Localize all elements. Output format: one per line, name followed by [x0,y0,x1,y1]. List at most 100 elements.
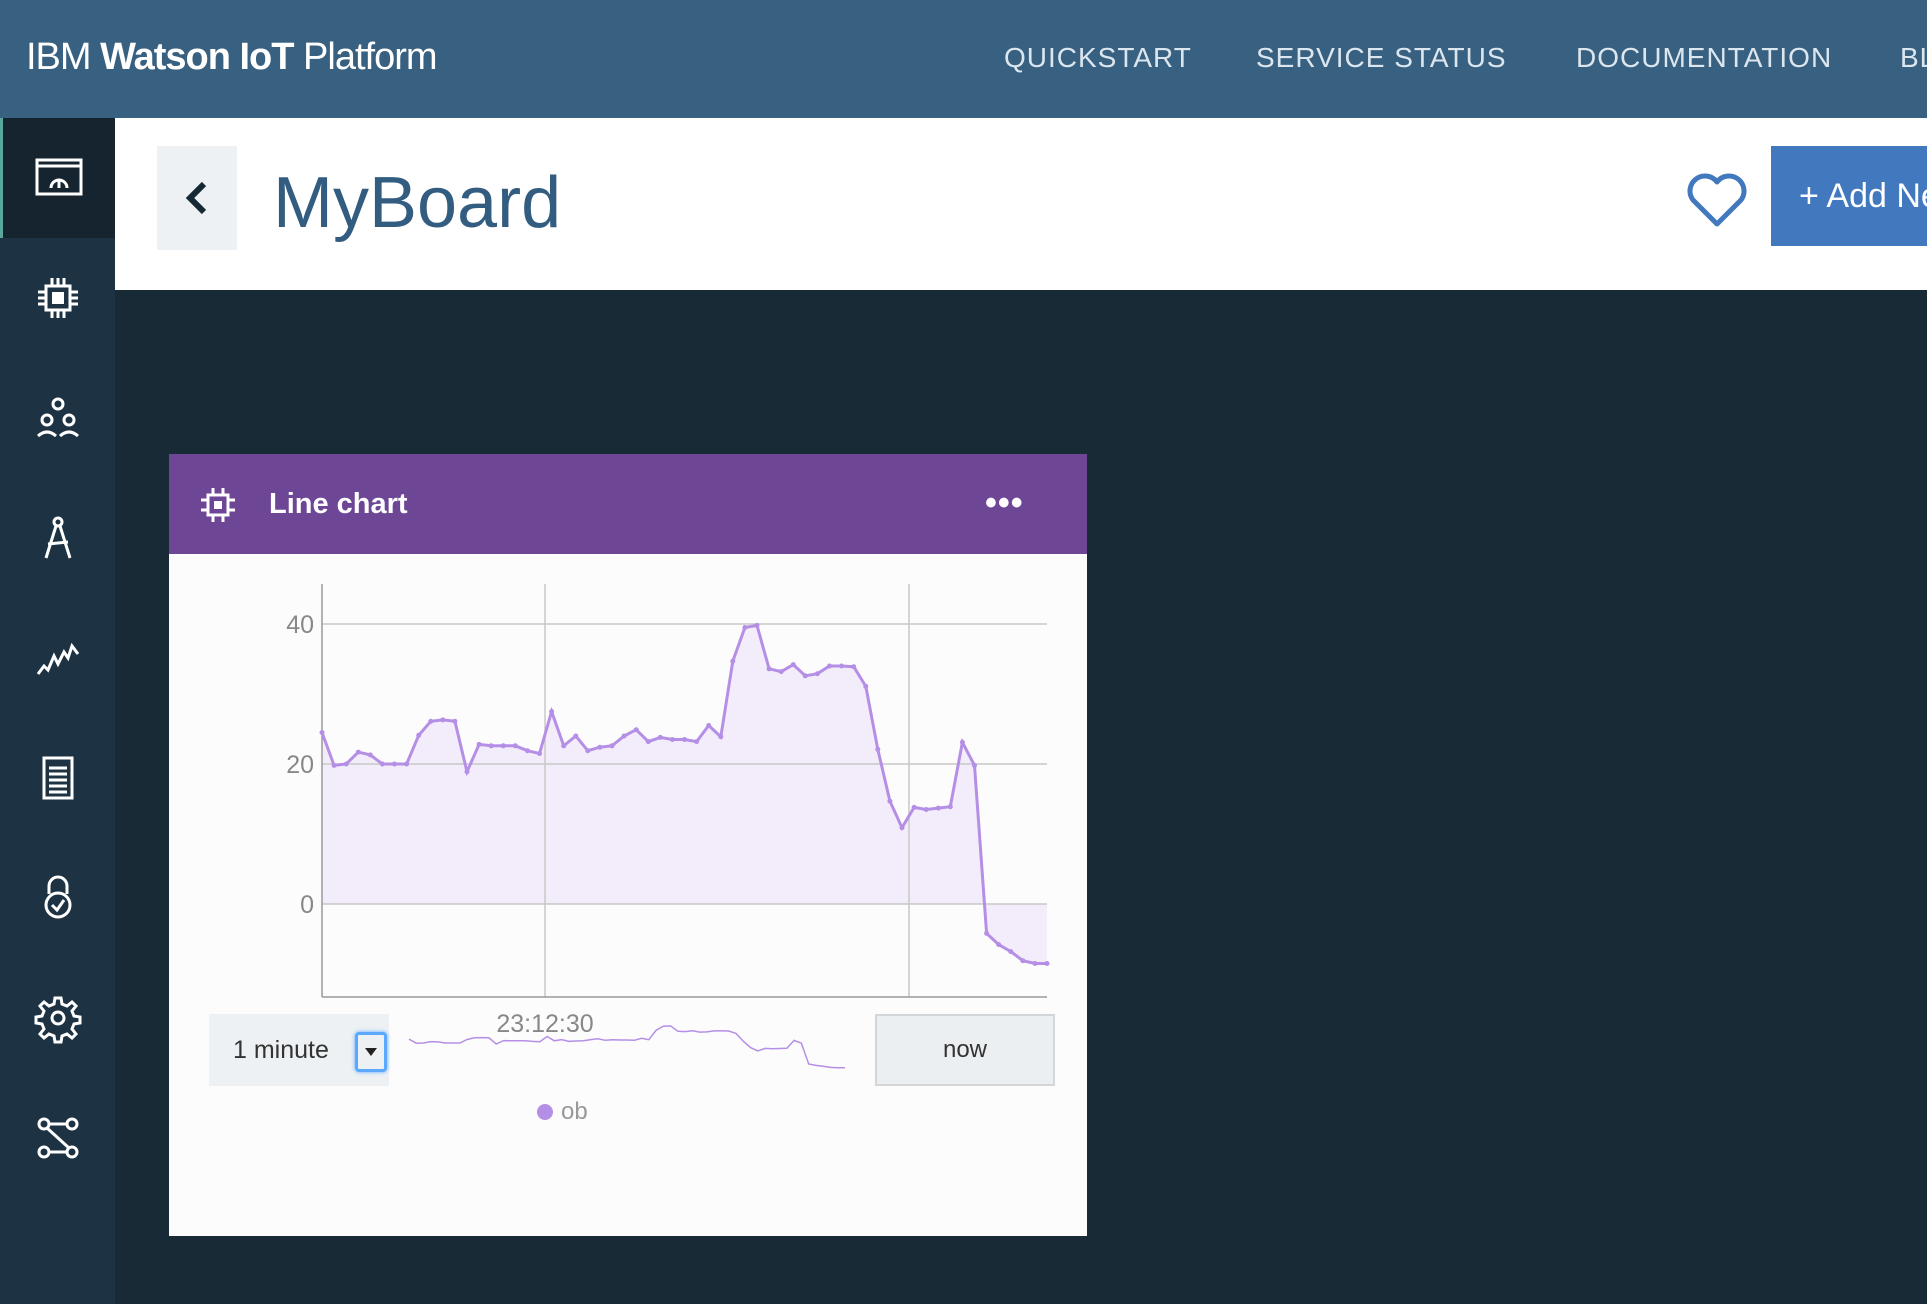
card-header: Line chart ••• [169,454,1087,554]
compass-icon [44,516,71,559]
line-chart: 0204023:12:3023:13 [286,584,1050,1069]
data-point [524,748,530,754]
card-menu-more-icon[interactable]: ••• [985,484,1024,523]
nav-blog[interactable]: BL [1900,42,1927,74]
data-point [549,709,555,714]
data-point [851,664,857,670]
page-header: MyBoard + Add New Card [115,118,1927,290]
brand-logo[interactable]: IBM Watson IoT Platform [26,36,438,79]
nav-documentation[interactable]: DOCUMENTATION [1576,42,1832,74]
data-point [476,741,482,747]
data-point [839,663,845,669]
card-body: 0204023:12:3023:13 1 minute now ob [169,554,1087,1236]
line-chart-card: Line chart ••• 0204023:12:3023:13 1 minu… [169,454,1087,1236]
data-point [597,744,603,750]
sidebar-item-settings[interactable] [0,958,115,1078]
y-tick-label: 40 [286,611,314,639]
dropdown-caret[interactable] [355,1032,387,1072]
data-point [633,727,639,733]
data-point [814,671,820,677]
data-point [718,734,724,740]
legend-swatch [537,1104,553,1120]
chart-legend[interactable]: ob [537,1098,588,1126]
data-point [416,732,422,738]
sidebar-item-logs[interactable] [0,718,115,838]
members-icon [36,397,79,438]
sidebar-item-boards[interactable] [0,118,115,238]
sidebar-item-devices[interactable] [0,238,115,358]
data-point [972,762,977,768]
data-point [947,804,953,810]
back-button[interactable] [157,146,237,250]
sidebar-item-members[interactable] [0,358,115,478]
add-new-card-button[interactable]: + Add New Card [1771,146,1927,246]
data-point [367,752,373,758]
data-point [706,723,712,728]
security-lock-icon [44,875,71,919]
data-point [1044,961,1050,966]
top-bar: IBM Watson IoT Platform QUICKSTART SERVI… [0,0,1927,118]
data-point [935,805,941,811]
data-point [669,737,675,742]
overview-sparkline [408,1025,845,1069]
data-point [609,743,615,749]
data-point [464,769,470,775]
sidebar-item-apps[interactable] [0,478,115,598]
data-point [984,930,990,936]
data-point [573,733,579,739]
y-tick-label: 20 [286,751,314,779]
data-point [343,761,349,767]
data-point [959,739,965,745]
data-point [802,673,808,679]
chip-icon [37,278,78,318]
time-range-value: 1 minute [233,1036,329,1064]
data-point [899,825,905,831]
time-range-select[interactable]: 1 minute [209,1014,389,1086]
data-point [379,761,385,767]
data-point [730,658,736,664]
data-point [428,718,434,724]
data-point [404,761,410,767]
extensions-icon [37,1117,78,1159]
data-point [996,942,1002,948]
dashboard-icon [35,158,83,196]
heart-favorite-icon[interactable] [1687,172,1747,228]
y-tick-label: 0 [300,891,314,919]
data-point [1020,958,1026,964]
data-point [863,683,869,689]
card-title: Line chart [269,488,408,520]
chip-icon [201,488,235,522]
data-point [452,718,458,724]
nav-service-status[interactable]: SERVICE STATUS [1256,42,1507,74]
nav-quickstart[interactable]: QUICKSTART [1004,42,1192,74]
data-point [657,734,663,740]
sidebar-item-extensions[interactable] [0,1078,115,1198]
data-point [790,662,796,668]
data-point [911,804,917,810]
now-button[interactable]: now [875,1014,1055,1086]
data-point [923,807,929,812]
data-point [585,748,591,754]
area-fill [322,625,1047,964]
data-point [645,739,651,745]
data-point [694,739,700,745]
data-point [875,746,881,752]
brand-bold: Watson IoT [100,36,294,78]
data-point [1032,961,1038,966]
data-point [355,749,361,755]
brand-prefix: IBM [26,36,101,78]
sidebar [0,118,115,1304]
data-point [754,622,760,628]
caret-down-icon [365,1048,377,1056]
page-title: MyBoard [273,163,562,243]
data-point [887,798,893,804]
data-point [778,669,784,675]
sidebar-item-security[interactable] [0,838,115,958]
x-tick-label: 23:12:30 [496,1010,593,1038]
sidebar-item-analytics[interactable] [0,598,115,718]
data-point [319,730,325,735]
data-point [766,666,772,672]
add-button-label: + Add New Card [1799,177,1927,215]
data-point [331,762,337,768]
analytics-icon [36,642,79,675]
